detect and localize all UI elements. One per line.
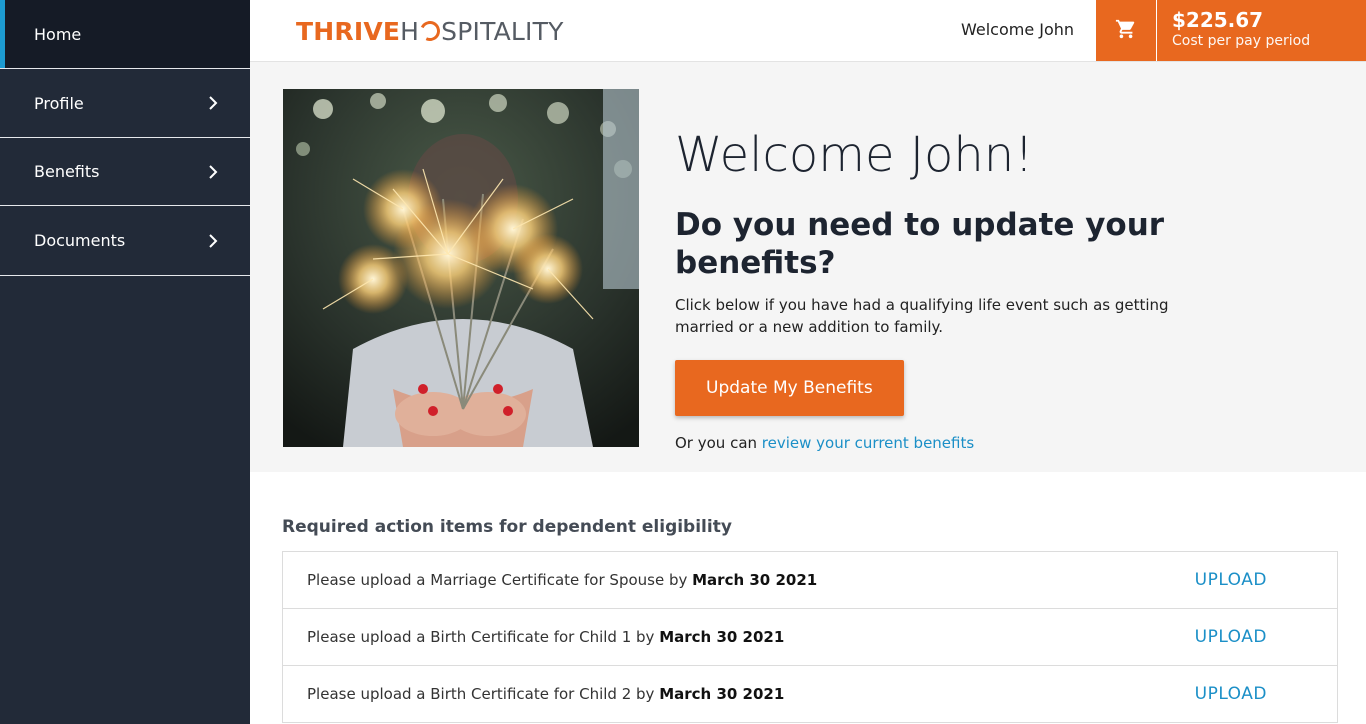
sidebar-item-benefits[interactable]: Benefits (0, 138, 250, 206)
action-item-date: March 30 2021 (659, 628, 785, 646)
hero-section: Welcome John! Do you need to update your… (250, 62, 1366, 472)
update-my-benefits-button[interactable]: Update My Benefits (675, 360, 904, 416)
action-items-list: Please upload a Marriage Certificate for… (282, 551, 1338, 723)
sidebar: Home Profile Benefits Documents (0, 0, 250, 724)
hero-text: Welcome John! Do you need to update your… (675, 126, 1315, 452)
hero-description: Click below if you have had a qualifying… (675, 296, 1169, 336)
sidebar-item-label: Documents (34, 231, 126, 250)
sidebar-item-label: Profile (34, 93, 84, 113)
thrive-hospitality-logo[interactable]: THRIVE H SPITALITY (296, 14, 564, 48)
action-item-desc: Please upload a Marriage Certificate for… (307, 571, 693, 589)
cost-per-pay-period: $225.67 Cost per pay period (1157, 0, 1366, 61)
sparklers-photo (283, 89, 639, 447)
upload-button[interactable]: UPLOAD (1195, 627, 1267, 647)
logo-h: H (400, 16, 420, 46)
list-item: Please upload a Birth Certificate for Ch… (283, 666, 1337, 723)
cart-icon (1115, 18, 1137, 44)
action-item-desc: Please upload a Birth Certificate for Ch… (307, 685, 660, 703)
review-text: Or you can review your current benefits (675, 434, 1315, 452)
sidebar-item-label: Benefits (34, 162, 100, 181)
hero-question: Do you need to update your benefits? (675, 207, 1165, 281)
header-welcome: Welcome John (961, 20, 1075, 39)
hero-title: Welcome John! (675, 127, 1034, 183)
action-item-text: Please upload a Marriage Certificate for… (307, 571, 817, 589)
upload-button[interactable]: UPLOAD (1195, 570, 1267, 590)
logo-o-icon (417, 18, 443, 44)
sidebar-item-home[interactable]: Home (0, 0, 250, 69)
chevron-right-icon (206, 96, 220, 110)
sidebar-item-documents[interactable]: Documents (0, 206, 250, 276)
logo-thrive: THRIVE (296, 16, 401, 46)
list-item: Please upload a Marriage Certificate for… (283, 552, 1337, 609)
action-item-desc: Please upload a Birth Certificate for Ch… (307, 628, 660, 646)
cost-amount: $225.67 (1172, 8, 1264, 32)
action-item-text: Please upload a Birth Certificate for Ch… (307, 628, 784, 646)
action-item-text: Please upload a Birth Certificate for Ch… (307, 685, 784, 703)
review-prefix: Or you can (675, 434, 762, 452)
upload-button[interactable]: UPLOAD (1195, 684, 1267, 704)
logo-rest: SPITALITY (441, 16, 564, 46)
sidebar-item-label: Home (34, 24, 82, 44)
chevron-right-icon (206, 233, 220, 248)
sidebar-item-profile[interactable]: Profile (0, 69, 250, 138)
review-current-benefits-link[interactable]: review your current benefits (762, 434, 974, 452)
action-item-date: March 30 2021 (692, 571, 818, 589)
top-header: THRIVE H SPITALITY Welcome John $225.67 … (250, 0, 1366, 62)
action-item-date: March 30 2021 (659, 685, 785, 703)
cost-label: Cost per pay period (1172, 33, 1311, 49)
cart-button[interactable] (1096, 0, 1156, 61)
action-items-title: Required action items for dependent elig… (282, 517, 732, 537)
chevron-right-icon (206, 164, 220, 179)
list-item: Please upload a Birth Certificate for Ch… (283, 609, 1337, 666)
